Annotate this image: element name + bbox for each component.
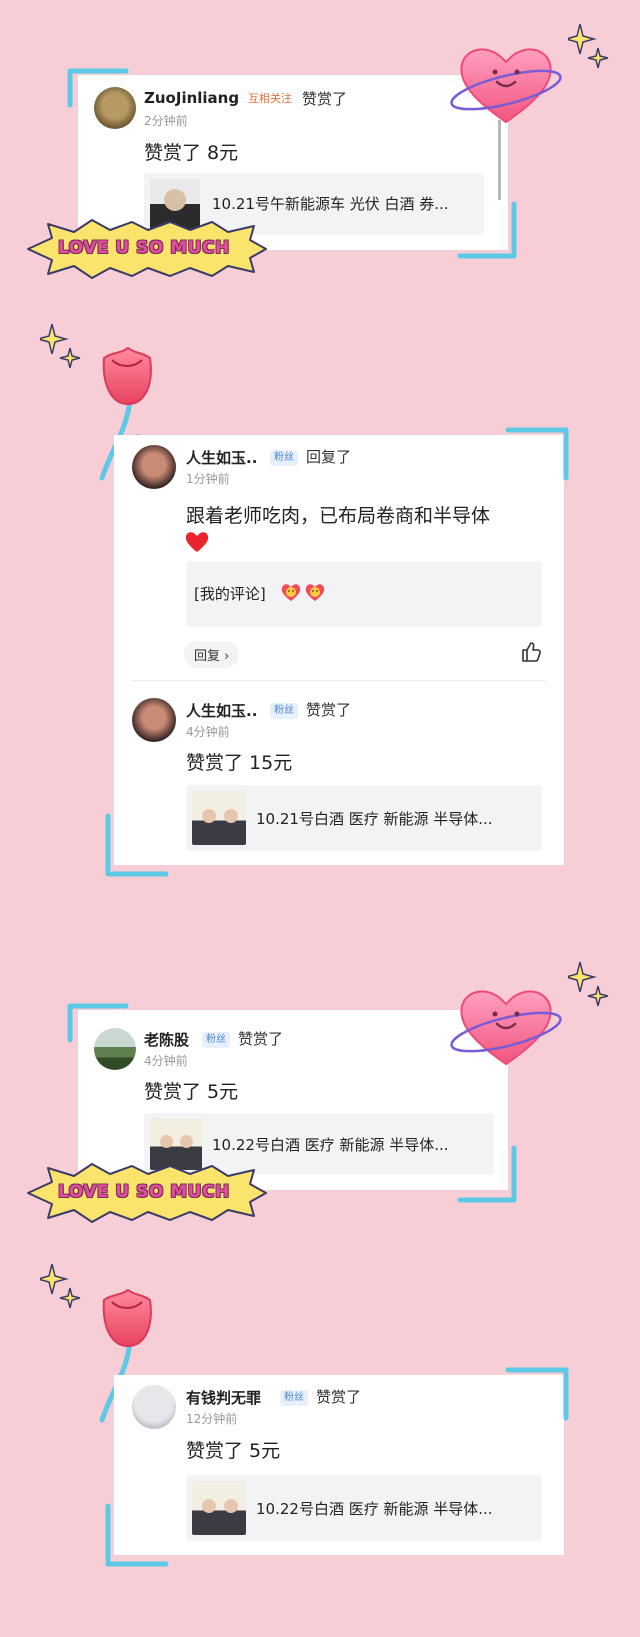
frame-corner-bottom-right — [457, 1145, 517, 1203]
sparkle-icon — [40, 1263, 81, 1309]
mutual-follow-badge: 互相关注 — [248, 92, 292, 105]
message-text: 赞赏了 5元 — [144, 1081, 239, 1103]
love-sticker-text: LOVE U SO MUCH — [58, 238, 230, 258]
timestamp: 1分钟前 — [186, 472, 230, 486]
article-reference[interactable]: 10.22号白酒 医疗 新能源 半导体... — [186, 1475, 542, 1541]
timestamp: 4分钟前 — [144, 1054, 188, 1068]
message-text: 赞赏了 5元 — [186, 1440, 281, 1462]
reply-button-label: 回复 — [194, 649, 221, 664]
article-title: 10.21号午新能源车 光伏 白酒 券... — [212, 195, 449, 213]
timestamp: 4分钟前 — [186, 725, 230, 739]
article-thumbnail — [192, 791, 246, 845]
avatar[interactable] — [132, 1385, 176, 1429]
username[interactable]: 有钱判无罪 — [186, 1387, 261, 1408]
action-text: 赞赏了 — [306, 701, 352, 719]
action-text: 回复了 — [306, 448, 352, 466]
timestamp: 2分钟前 — [144, 114, 188, 128]
my-comment-box[interactable]: [我的评论] — [186, 561, 542, 627]
fan-badge: 粉丝 — [270, 450, 298, 466]
kissing-face-emoji-icon — [304, 581, 326, 603]
reply-button[interactable]: 回复 › — [184, 641, 240, 668]
kissing-face-emoji-icon — [280, 581, 302, 603]
timestamp: 12分钟前 — [186, 1412, 238, 1426]
action-text: 赞赏了 — [238, 1030, 284, 1048]
username[interactable]: 老陈股 — [144, 1029, 189, 1050]
frame-corner-top-left — [67, 68, 129, 108]
sparkle-icon — [40, 323, 81, 369]
action-text: 赞赏了 — [302, 90, 348, 108]
smiley-heart-sticker-icon — [450, 990, 562, 1066]
avatar[interactable] — [132, 445, 176, 489]
my-comment-label: [我的评论] — [194, 585, 266, 603]
username[interactable]: 人生如玉.. — [186, 447, 257, 468]
frame-corner-top-right — [505, 1367, 569, 1421]
love-sticker-text: LOVE U SO MUCH — [58, 1182, 230, 1202]
message-text: 赞赏了 15元 — [186, 752, 293, 774]
article-reference[interactable]: 10.21号白酒 医疗 新能源 半导体... — [186, 785, 542, 851]
chevron-right-icon: › — [224, 649, 230, 664]
frame-corner-bottom-left — [105, 1503, 169, 1567]
sparkle-icon — [568, 961, 609, 1007]
frame-corner-top-right — [505, 427, 569, 481]
sparkle-icon — [568, 23, 609, 69]
message-text: 赞赏了 8元 — [144, 142, 239, 164]
scrollbar-line — [498, 120, 501, 200]
article-title: 10.22号白酒 医疗 新能源 半导体... — [212, 1136, 449, 1154]
username[interactable]: ZuoJinliang — [144, 89, 239, 107]
fan-badge: 粉丝 — [202, 1032, 230, 1048]
action-text: 赞赏了 — [316, 1388, 362, 1406]
reply-message: 跟着老师吃肉，已布局卷商和半导体 — [186, 505, 491, 527]
thumbs-up-icon[interactable] — [520, 641, 542, 663]
fan-badge: 粉丝 — [270, 703, 298, 719]
avatar[interactable] — [132, 698, 176, 742]
fan-badge: 粉丝 — [280, 1390, 308, 1406]
divider — [132, 680, 546, 681]
article-title: 10.21号白酒 医疗 新能源 半导体... — [256, 810, 493, 828]
frame-corner-bottom-left — [105, 813, 169, 877]
frame-corner-top-left — [67, 1003, 129, 1043]
heart-emoji — [184, 529, 210, 555]
article-title: 10.22号白酒 医疗 新能源 半导体... — [256, 1500, 493, 1518]
frame-corner-bottom-right — [457, 201, 517, 259]
notification-card-2[interactable]: 人生如玉.. 粉丝 回复了 1分钟前 跟着老师吃肉，已布局卷商和半导体 ❤️ [… — [114, 435, 564, 865]
article-thumbnail — [192, 1481, 246, 1535]
notification-card-4[interactable]: 有钱判无罪 粉丝 赞赏了 12分钟前 赞赏了 5元 10.22号白酒 医疗 新能… — [114, 1375, 564, 1555]
username[interactable]: 人生如玉.. — [186, 700, 257, 721]
smiley-heart-sticker-icon — [450, 48, 562, 124]
